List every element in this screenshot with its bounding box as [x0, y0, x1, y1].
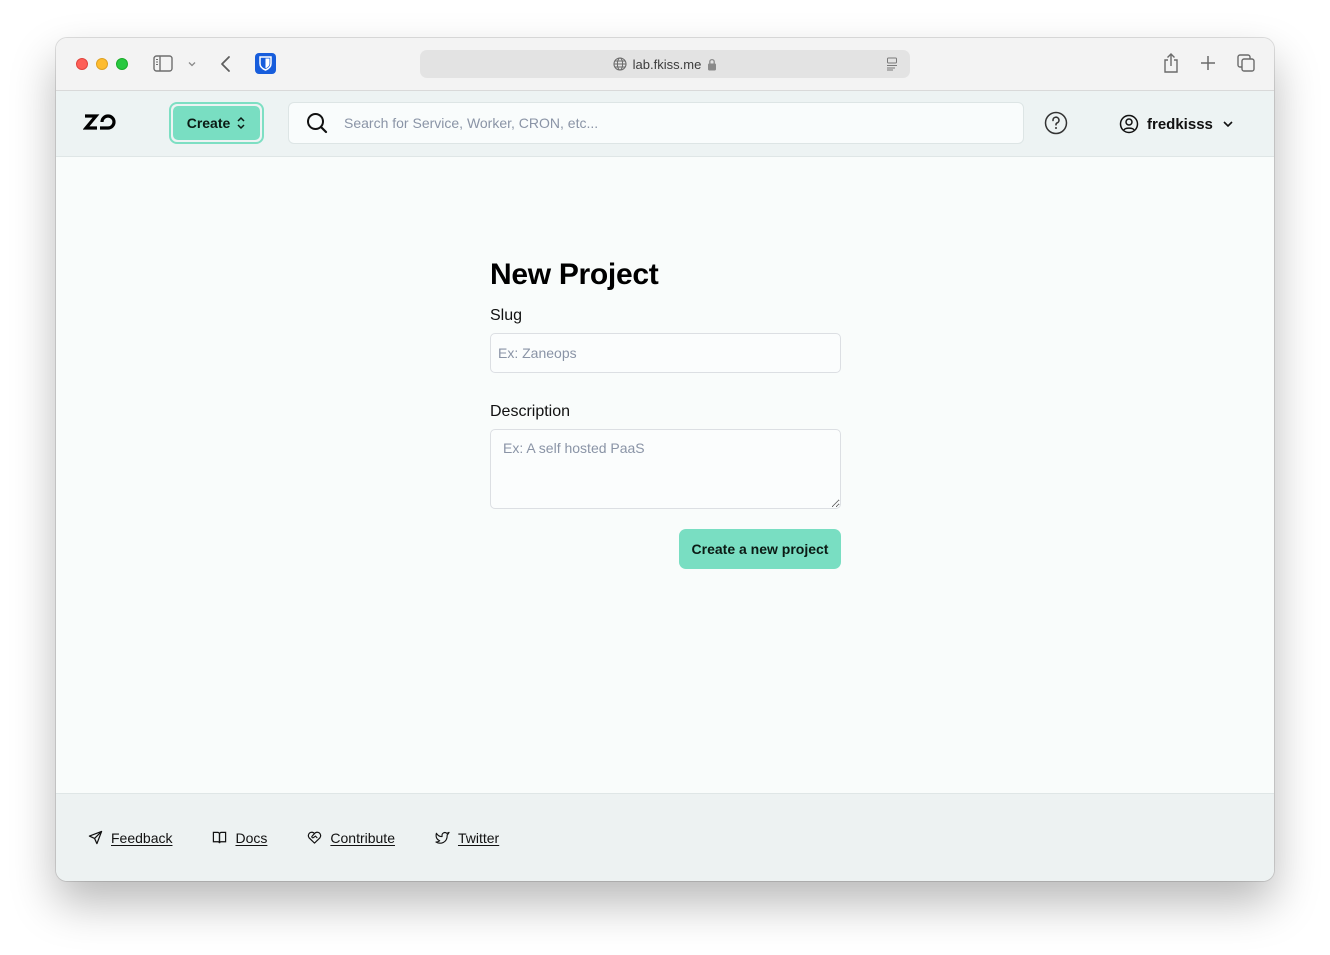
- chevron-down-icon: [1223, 121, 1233, 128]
- user-circle-icon: [1119, 114, 1139, 134]
- globe-icon: [613, 57, 627, 71]
- app-header: Create fredkisss: [56, 91, 1274, 157]
- footer-link-label: Contribute: [330, 829, 395, 846]
- page-title: New Project: [490, 258, 659, 291]
- footer: Feedback Docs Contribute Twitter: [56, 793, 1274, 881]
- bitwarden-shield-icon[interactable]: [255, 53, 276, 74]
- search-icon: [307, 113, 328, 134]
- address-bar[interactable]: lab.fkiss.me: [420, 50, 910, 78]
- chevron-up-down-icon: [237, 116, 245, 130]
- zaneops-logo[interactable]: [82, 112, 117, 134]
- twitter-icon: [435, 831, 450, 844]
- heart-handshake-icon: [308, 831, 322, 844]
- close-window-button[interactable]: [76, 58, 88, 70]
- create-button[interactable]: Create: [169, 102, 264, 144]
- slug-input[interactable]: [490, 333, 841, 373]
- sidebar-icon[interactable]: [153, 55, 173, 72]
- main-content: New Project Slug Description Create a ne…: [56, 157, 1274, 793]
- share-icon[interactable]: [1162, 52, 1180, 74]
- new-project-form: New Project Slug Description Create a ne…: [490, 255, 841, 569]
- footer-link-docs[interactable]: Docs: [212, 830, 267, 846]
- description-textarea[interactable]: [490, 429, 841, 509]
- tab-overview-icon[interactable]: [1236, 53, 1256, 73]
- search-input[interactable]: [344, 115, 944, 131]
- zoom-window-button[interactable]: [116, 58, 128, 70]
- book-open-icon: [213, 831, 227, 844]
- slug-label: Slug: [490, 307, 523, 324]
- footer-link-feedback[interactable]: Feedback: [88, 830, 172, 846]
- browser-toolbar: lab.fkiss.me: [56, 38, 1274, 91]
- description-label: Description: [490, 403, 571, 420]
- chevron-left-icon[interactable]: [218, 54, 234, 74]
- reader-icon[interactable]: [885, 57, 899, 71]
- footer-link-label: Docs: [235, 829, 268, 846]
- lock-icon: [708, 58, 717, 70]
- user-menu[interactable]: fredkisss: [1119, 113, 1235, 135]
- footer-link-label: Twitter: [457, 829, 500, 846]
- browser-window: lab.fkiss.me Create Search for Service, …: [56, 38, 1274, 881]
- username: fredkisss: [1147, 115, 1213, 133]
- create-button-label: Create: [186, 115, 231, 131]
- footer-link-label: Feedback: [111, 829, 173, 846]
- url-text: lab.fkiss.me: [632, 56, 702, 72]
- plus-icon[interactable]: [1199, 54, 1217, 72]
- help-icon[interactable]: [1044, 111, 1068, 135]
- footer-link-twitter[interactable]: Twitter: [435, 830, 499, 846]
- footer-link-contribute[interactable]: Contribute: [307, 830, 395, 846]
- search-bar[interactable]: [288, 102, 1024, 144]
- create-project-button[interactable]: Create a new project: [679, 529, 841, 569]
- minimize-window-button[interactable]: [96, 58, 108, 70]
- chevron-down-icon[interactable]: [186, 58, 198, 70]
- send-icon: [88, 830, 103, 845]
